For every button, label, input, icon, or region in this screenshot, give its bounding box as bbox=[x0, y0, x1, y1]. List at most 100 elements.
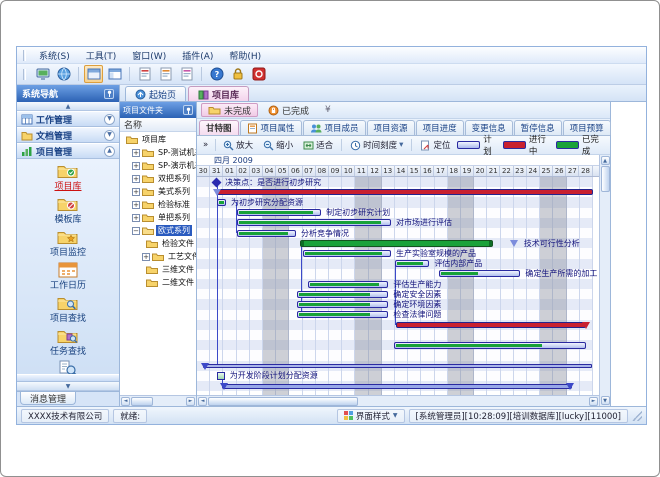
doc-tab-0[interactable]: 起始页 bbox=[125, 86, 186, 101]
menu-item-4[interactable]: 帮助(H) bbox=[221, 48, 269, 63]
tree-column-header[interactable]: 名称 bbox=[120, 118, 196, 132]
tab-message-management[interactable]: 消息管理 bbox=[20, 392, 76, 405]
tree-expander-icon[interactable]: + bbox=[132, 162, 140, 170]
tree-node-8[interactable]: 检验文件 bbox=[120, 237, 196, 250]
filter-overflow-button[interactable]: ¥ bbox=[321, 105, 335, 115]
toolbar-button-layout[interactable] bbox=[105, 65, 124, 83]
gantt-toolbar-4[interactable]: 定位 bbox=[418, 138, 452, 152]
tree-expander-icon[interactable]: + bbox=[132, 201, 140, 209]
tab-2[interactable]: 项目成员 bbox=[303, 120, 366, 135]
task-bar[interactable] bbox=[297, 301, 388, 308]
tree-hscrollbar[interactable]: ◄ ► bbox=[120, 395, 196, 406]
summary-line[interactable] bbox=[222, 384, 572, 389]
toolbar-button-globe[interactable] bbox=[54, 65, 73, 83]
sidebar-item-5[interactable]: 任务查找 bbox=[19, 327, 117, 357]
task-bar[interactable] bbox=[217, 199, 226, 206]
tree-node-10[interactable]: 三维文件 bbox=[120, 263, 196, 276]
scroll-left-icon[interactable]: ◄ bbox=[198, 397, 207, 406]
scroll-up-icon[interactable]: ▲ bbox=[601, 156, 610, 165]
tab-0[interactable]: 甘特图 bbox=[199, 120, 239, 135]
tree-node-2[interactable]: +SP-演示机系 bbox=[120, 159, 196, 172]
summary-bar-inprogress[interactable] bbox=[396, 322, 586, 328]
tree-expander-icon[interactable]: + bbox=[132, 175, 140, 183]
sidebar-section-partial[interactable] bbox=[17, 374, 119, 382]
summary-bar-completed[interactable] bbox=[300, 240, 493, 247]
sidebar-section-1[interactable]: 文档管理▼ bbox=[17, 127, 119, 143]
tree-expander-icon[interactable]: − bbox=[132, 227, 140, 235]
tree-node-0[interactable]: 项目库 bbox=[120, 133, 196, 146]
toolbar-grip[interactable] bbox=[23, 69, 26, 80]
task-bar[interactable] bbox=[395, 260, 429, 267]
tab-4[interactable]: 项目进度 bbox=[416, 120, 464, 135]
pin-icon[interactable] bbox=[104, 89, 114, 99]
menu-item-2[interactable]: 窗口(W) bbox=[124, 48, 174, 63]
task-bar[interactable] bbox=[297, 311, 388, 318]
sidebar-item-1[interactable]: 模板库 bbox=[19, 195, 117, 225]
tab-3[interactable]: 项目资源 bbox=[367, 120, 415, 135]
gantt-toolbar-2[interactable]: 适合 bbox=[301, 138, 335, 152]
menu-item-1[interactable]: 工具(T) bbox=[78, 48, 125, 63]
gantt-hscrollbar[interactable]: ◄ ► bbox=[197, 395, 599, 406]
task-bar[interactable] bbox=[237, 209, 321, 216]
gantt-vscrollbar[interactable]: ▲ ▼ bbox=[599, 155, 610, 406]
scroll-right-icon[interactable]: ► bbox=[186, 397, 195, 406]
task-bar[interactable] bbox=[297, 291, 388, 298]
toolbar-button-window[interactable] bbox=[84, 65, 103, 83]
menu-item-3[interactable]: 插件(A) bbox=[174, 48, 221, 63]
task-bar[interactable] bbox=[439, 270, 521, 277]
toolbar-button-report-red[interactable] bbox=[135, 65, 154, 83]
sidebar-item-0[interactable]: 项目库 bbox=[19, 162, 117, 192]
sidebar-scroll-up[interactable]: ▲ bbox=[17, 102, 119, 111]
tab-1[interactable]: 项目属性 bbox=[240, 120, 302, 135]
gantt-toolbar-3[interactable]: 时间刻度▾ bbox=[348, 138, 405, 152]
chevron-down-icon[interactable]: ▼ bbox=[104, 130, 115, 141]
tree-node-3[interactable]: +双把系列 bbox=[120, 172, 196, 185]
toolbar-button-lock[interactable] bbox=[228, 65, 247, 83]
tree-node-6[interactable]: +单把系列 bbox=[120, 211, 196, 224]
tree-pin-icon[interactable] bbox=[183, 105, 193, 115]
toolbar-button-help[interactable]: ? bbox=[207, 65, 226, 83]
sidebar-item-3[interactable]: 工作日历 bbox=[19, 261, 117, 291]
tree-expander-icon[interactable]: + bbox=[132, 188, 140, 196]
scroll-left-icon[interactable]: ◄ bbox=[121, 397, 130, 406]
sidebar-item-2[interactable]: 项目监控 bbox=[19, 228, 117, 258]
task-bar[interactable] bbox=[237, 219, 391, 226]
tree-expander-icon[interactable]: + bbox=[142, 253, 150, 261]
summary-line[interactable] bbox=[203, 364, 592, 368]
summary-bar-inprogress[interactable] bbox=[217, 189, 593, 195]
filter-unfinished[interactable]: 未完成 bbox=[201, 103, 258, 117]
gantt-vscroll-thumb[interactable] bbox=[601, 166, 610, 192]
toolbar-button-power[interactable] bbox=[249, 65, 268, 83]
filter-finished[interactable]: 已完成 bbox=[261, 103, 316, 117]
tree-node-5[interactable]: +检验标准 bbox=[120, 198, 196, 211]
tree-node-4[interactable]: +美式系列 bbox=[120, 185, 196, 198]
doc-tab-1[interactable]: 项目库 bbox=[188, 86, 249, 101]
gantt-hscroll-thumb[interactable] bbox=[208, 397, 358, 406]
sidebar-item-6[interactable]: 项目文档查找 bbox=[19, 360, 117, 374]
task-bar[interactable] bbox=[308, 281, 389, 288]
task-box-icon[interactable] bbox=[217, 372, 225, 380]
menubar-grip[interactable] bbox=[23, 50, 26, 61]
scroll-down-icon[interactable]: ▼ bbox=[601, 396, 610, 405]
tree-hscroll-thumb[interactable] bbox=[131, 397, 153, 406]
task-bar[interactable] bbox=[237, 230, 296, 237]
tree-node-1[interactable]: +SP-测试机系 bbox=[120, 146, 196, 159]
gantt-toolbar-0[interactable]: 放大 bbox=[221, 138, 255, 152]
toolbar-button-report-orange[interactable] bbox=[156, 65, 175, 83]
sidebar-item-4[interactable]: 项目查找 bbox=[19, 294, 117, 324]
sidebar-scroll-down[interactable]: ▼ bbox=[17, 382, 119, 391]
tree-expander-icon[interactable]: + bbox=[132, 149, 140, 157]
tree-node-7[interactable]: −欧式系列 bbox=[120, 224, 196, 237]
toolbar-button-report-pink[interactable] bbox=[177, 65, 196, 83]
tree-node-11[interactable]: 二维文件 bbox=[120, 276, 196, 289]
gantt-toolbar-1[interactable]: 缩小 bbox=[261, 138, 295, 152]
tree-node-9[interactable]: +工艺文件 bbox=[120, 250, 196, 263]
menu-item-0[interactable]: 系统(S) bbox=[31, 48, 78, 63]
sidebar-section-2[interactable]: 项目管理▲ bbox=[17, 143, 119, 159]
toolbar-button-computer[interactable] bbox=[33, 65, 52, 83]
task-bar[interactable] bbox=[303, 250, 391, 257]
tree-expander-icon[interactable]: + bbox=[132, 214, 140, 222]
task-bar[interactable] bbox=[394, 342, 587, 349]
chevron-up-icon[interactable]: ▲ bbox=[104, 146, 115, 157]
resize-grip[interactable] bbox=[632, 411, 642, 421]
